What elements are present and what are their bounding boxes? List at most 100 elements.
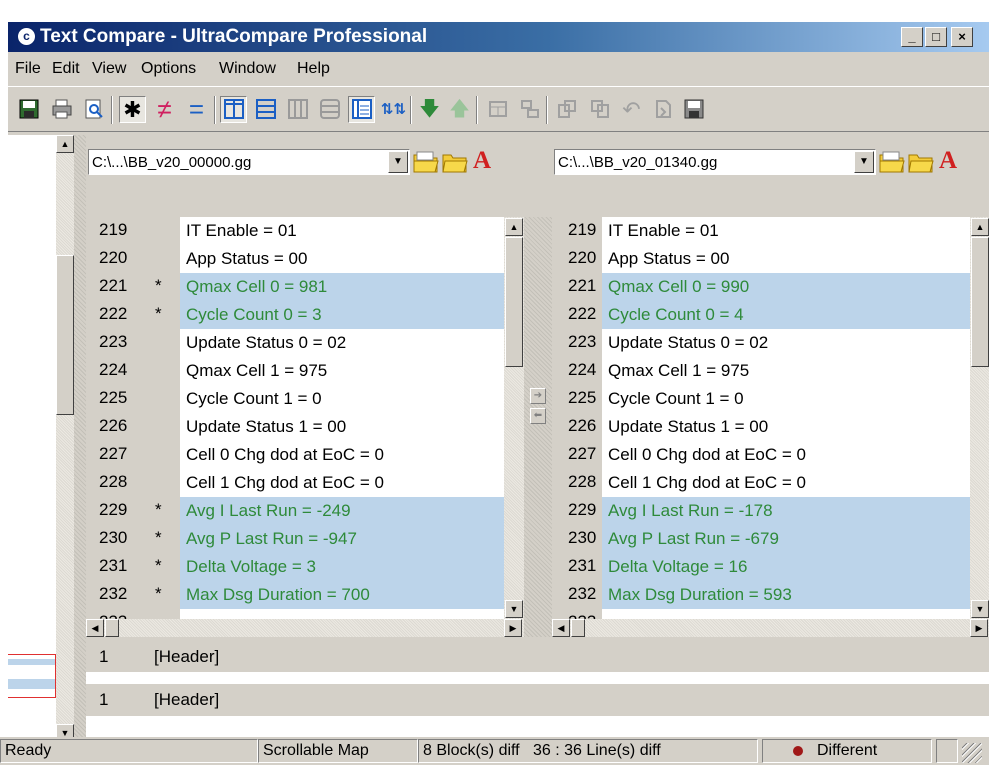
line-text[interactable]: Update Status 0 = 02 (602, 329, 970, 357)
copy-to-left-icon[interactable]: ⬅ (530, 408, 546, 424)
line-text[interactable]: Avg I Last Run = -178 (602, 497, 970, 525)
right-scroll-thumb[interactable] (971, 237, 989, 367)
line-text[interactable]: Avg P Last Run = -947 (180, 525, 504, 553)
left-line-row[interactable]: 223 Update Status 0 = 02 (86, 329, 504, 357)
vertical-split-icon[interactable] (220, 96, 247, 123)
left-line-row[interactable]: 226 Update Status 1 = 00 (86, 413, 504, 441)
line-text[interactable]: Cell 1 Chg dod at EoC = 0 (180, 469, 504, 497)
copy-left-icon[interactable] (553, 96, 580, 123)
right-horizontal-scrollbar[interactable]: ◀ ▶ (552, 619, 989, 637)
left-header-line[interactable]: 1 [Header] (86, 643, 989, 671)
right-vertical-scrollbar[interactable]: ▲ ▼ (970, 217, 989, 619)
right-line-row[interactable]: 223 Update Status 0 = 02 (552, 329, 970, 357)
right-line-row[interactable]: 227 Cell 0 Chg dod at EoC = 0 (552, 441, 970, 469)
left-scroll-right-button[interactable]: ▶ (504, 619, 522, 637)
menu-window[interactable]: Window (219, 60, 276, 78)
right-font-icon[interactable]: A (936, 148, 960, 174)
line-text[interactable]: Max Dsg Duration = 700 (180, 581, 504, 609)
map-scrollbar[interactable]: ▲ ▼ (56, 135, 74, 742)
line-text[interactable]: Cycle Count 0 = 3 (180, 301, 504, 329)
right-line-row[interactable]: 230 Avg P Last Run = -679 (552, 525, 970, 553)
print-icon[interactable] (48, 96, 75, 123)
three-way-horizontal-icon[interactable] (316, 96, 343, 123)
line-text[interactable]: App Status = 00 (602, 245, 970, 273)
scrollable-map[interactable] (8, 135, 56, 765)
copy-to-right-icon[interactable]: ➔ (530, 388, 546, 404)
right-text-pane[interactable]: 219 IT Enable = 01 220 App Status = 00 221 Qm… (552, 217, 970, 619)
right-scroll-up-button[interactable]: ▲ (971, 218, 989, 236)
menu-options[interactable]: Options (141, 60, 196, 78)
right-line-row[interactable]: 219 IT Enable = 01 (552, 217, 970, 245)
map-viewport-marker[interactable] (8, 654, 56, 698)
ultracompare-logo-icon[interactable]: c (17, 27, 36, 46)
right-hscroll-thumb[interactable] (571, 619, 585, 637)
line-text[interactable]: Qmax Cell 0 = 981 (180, 273, 504, 301)
horizontal-split-icon[interactable] (252, 96, 279, 123)
line-text[interactable]: Qmax Cell 1 = 975 (180, 357, 504, 385)
show-all-icon[interactable]: ✱ (119, 96, 146, 123)
right-line-row[interactable]: 222 Cycle Count 0 = 4 (552, 301, 970, 329)
left-line-row[interactable]: 232 * Max Dsg Duration = 700 (86, 581, 504, 609)
right-line-row[interactable]: 229 Avg I Last Run = -178 (552, 497, 970, 525)
left-file-dropdown-button[interactable]: ▼ (388, 151, 408, 173)
right-open-folder-icon[interactable] (908, 151, 934, 173)
line-text[interactable]: Cycle Count 1 = 0 (602, 385, 970, 413)
menu-view[interactable]: View (92, 60, 126, 78)
line-text[interactable]: Cycle Count 0 = 4 (602, 301, 970, 329)
right-scroll-left-button[interactable]: ◀ (552, 619, 570, 637)
swap-panes-icon[interactable]: ⇅⇅ (380, 96, 407, 123)
left-open-folder-icon[interactable] (442, 151, 468, 173)
line-text[interactable] (180, 609, 504, 619)
right-line-row[interactable]: 224 Qmax Cell 1 = 975 (552, 357, 970, 385)
open-icon[interactable] (649, 96, 676, 123)
line-text[interactable]: Update Status 0 = 02 (180, 329, 504, 357)
left-browse-folder-icon[interactable] (413, 151, 439, 173)
right-line-row[interactable]: 221 Qmax Cell 0 = 990 (552, 273, 970, 301)
right-line-row[interactable]: 226 Update Status 1 = 00 (552, 413, 970, 441)
right-browse-folder-icon[interactable] (879, 151, 905, 173)
print-preview-icon[interactable] (80, 96, 107, 123)
line-text[interactable]: Avg I Last Run = -249 (180, 497, 504, 525)
left-line-row[interactable]: 224 Qmax Cell 1 = 975 (86, 357, 504, 385)
left-line-row[interactable]: 225 Cycle Count 1 = 0 (86, 385, 504, 413)
right-line-row[interactable]: 233 (552, 609, 970, 619)
left-line-row[interactable]: 233 (86, 609, 504, 619)
merge-right-icon[interactable] (516, 96, 543, 123)
right-line-row[interactable]: 228 Cell 1 Chg dod at EoC = 0 (552, 469, 970, 497)
line-text[interactable]: Qmax Cell 1 = 975 (602, 357, 970, 385)
close-button[interactable]: × (951, 27, 973, 47)
right-file-selector[interactable]: C:\...\BB_v20_01340.gg ▼ (554, 149, 876, 175)
menu-edit[interactable]: Edit (52, 60, 80, 78)
previous-difference-icon[interactable]: 🡅 (446, 96, 473, 123)
left-line-row[interactable]: 227 Cell 0 Chg dod at EoC = 0 (86, 441, 504, 469)
line-text[interactable]: Cell 0 Chg dod at EoC = 0 (602, 441, 970, 469)
title-bar[interactable]: c Text Compare - UltraCompare Profession… (8, 22, 989, 52)
resize-grip-icon[interactable] (962, 743, 982, 763)
undo-icon[interactable]: ↶ (618, 96, 645, 123)
left-scroll-thumb[interactable] (505, 237, 523, 367)
right-line-row[interactable]: 220 App Status = 00 (552, 245, 970, 273)
left-line-row[interactable]: 229 * Avg I Last Run = -249 (86, 497, 504, 525)
left-line-row[interactable]: 220 App Status = 00 (86, 245, 504, 273)
line-text[interactable]: Max Dsg Duration = 593 (602, 581, 970, 609)
map-scroll-up-button[interactable]: ▲ (56, 135, 74, 153)
line-text[interactable]: Cell 1 Chg dod at EoC = 0 (602, 469, 970, 497)
next-difference-icon[interactable]: 🡇 (416, 96, 443, 123)
menu-file[interactable]: File (15, 60, 41, 78)
left-scroll-down-button[interactable]: ▼ (505, 600, 523, 618)
line-text[interactable]: App Status = 00 (180, 245, 504, 273)
map-scroll-thumb[interactable] (56, 255, 74, 415)
save-right-icon[interactable] (680, 96, 707, 123)
copy-right-icon[interactable] (586, 96, 613, 123)
line-text[interactable]: IT Enable = 01 (180, 217, 504, 245)
left-text-pane[interactable]: 219 IT Enable = 01 220 App Status = 00 221 * Q… (86, 217, 504, 619)
left-font-icon[interactable]: A (470, 148, 494, 174)
right-header-line[interactable]: 1 [Header] (86, 686, 989, 714)
right-scroll-down-button[interactable]: ▼ (971, 600, 989, 618)
line-text[interactable]: Avg P Last Run = -679 (602, 525, 970, 553)
line-text[interactable]: IT Enable = 01 (602, 217, 970, 245)
left-vertical-scrollbar[interactable]: ▲ ▼ (504, 217, 524, 619)
left-line-row[interactable]: 222 * Cycle Count 0 = 3 (86, 301, 504, 329)
line-numbers-icon[interactable] (348, 96, 375, 123)
line-text[interactable]: Cycle Count 1 = 0 (180, 385, 504, 413)
